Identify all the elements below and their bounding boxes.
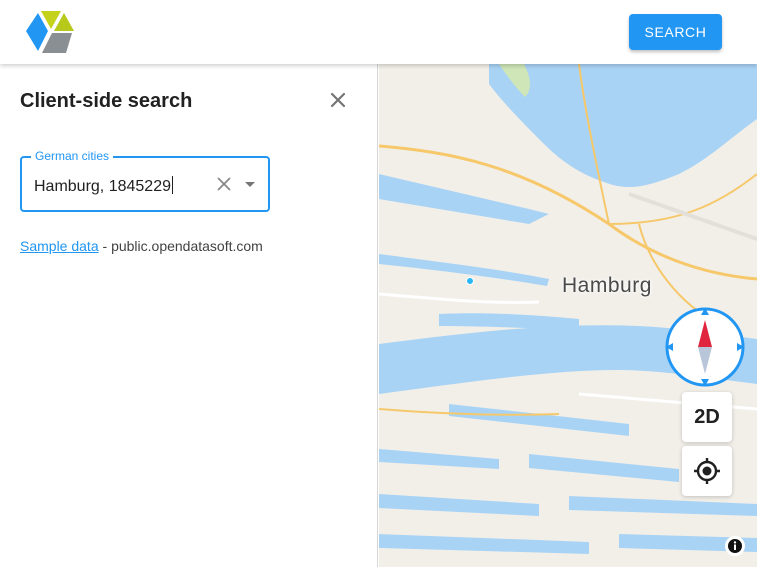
search-button[interactable]: SEARCH	[629, 14, 722, 50]
field-label: German cities	[31, 149, 114, 163]
german-cities-autocomplete[interactable]: German cities Hamburg, 1845229	[20, 149, 270, 212]
compass-icon[interactable]	[664, 306, 746, 388]
source-provider: public.opendatasoft.com	[111, 238, 263, 254]
city-input[interactable]: Hamburg, 1845229	[34, 176, 173, 196]
text-caret	[171, 176, 173, 194]
view-mode-label: 2D	[694, 405, 720, 428]
dropdown-arrow-icon[interactable]	[240, 174, 260, 194]
view-mode-button[interactable]: 2D	[682, 392, 732, 442]
app-root: SEARCH Client-side search German cities …	[0, 0, 757, 567]
clear-icon[interactable]	[214, 174, 234, 194]
my-location-button[interactable]	[682, 446, 732, 496]
info-icon[interactable]	[725, 536, 745, 556]
search-panel: Client-side search German cities Hamburg…	[0, 64, 378, 567]
app-header: SEARCH	[0, 0, 757, 64]
map-view[interactable]: Hamburg 2D	[379, 64, 757, 567]
map-poi-marker[interactable]	[466, 277, 474, 285]
my-location-icon	[694, 458, 720, 484]
cube-logo-icon[interactable]	[24, 9, 76, 55]
panel-title: Client-side search	[20, 90, 193, 112]
map-city-label: Hamburg	[562, 274, 652, 297]
close-icon[interactable]	[326, 88, 350, 112]
data-source-line: Sample data - public.opendatasoft.com	[20, 238, 263, 254]
source-separator: -	[98, 238, 112, 254]
sample-data-link[interactable]: Sample data	[20, 238, 99, 254]
city-input-value: Hamburg, 1845229	[34, 178, 171, 195]
